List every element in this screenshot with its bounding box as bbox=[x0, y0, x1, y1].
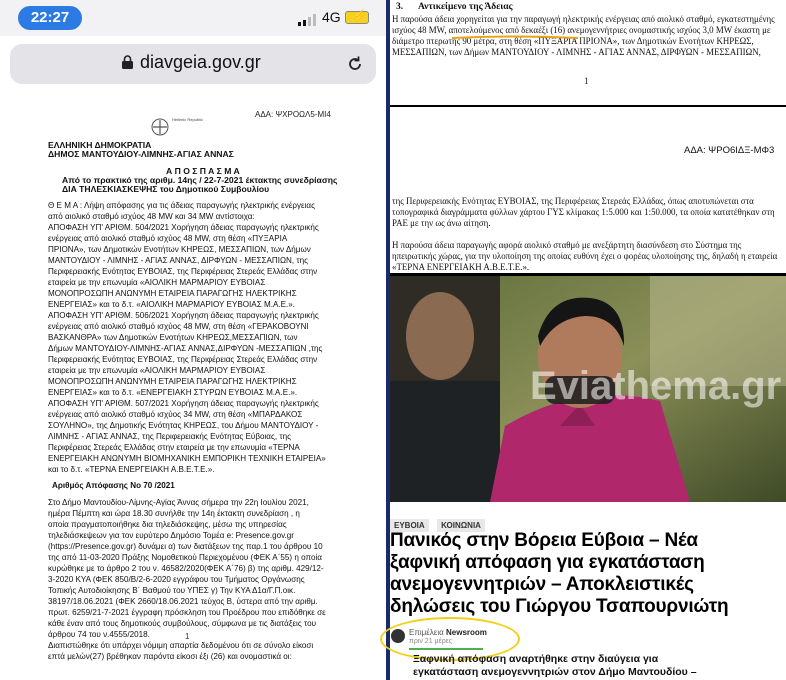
document-line: Τοπικής Αυτοδιοίκησης Β΄ Βαθμού του ΥΠΕΣ… bbox=[48, 586, 296, 595]
document-line: ΔΙΑ ΤΗΛΕΣΚΙΑΣΚΕΨΗΣ του Δημοτικού Συμβουλ… bbox=[62, 184, 270, 194]
accent-line bbox=[409, 648, 483, 650]
document-line: ενέργειας από αιολικό σταθμό ισχύος 34 M… bbox=[48, 410, 303, 419]
panel2-line: Η παρούσα άδεια παραγωγής αφορά αιολικό … bbox=[392, 240, 742, 250]
document-line: ΒΑΣΚΑΝΘΡΑ» των Δημοτικών Ενοτήτων ΚΗΡΕΩΣ… bbox=[48, 333, 298, 342]
document-line: ΜΟΝΟΠΡΟΣΩΠΗ ΑΝΩΝΥΜΗ ΕΤΑΙΡΕΙΑ ΠΑΡΑΓΩΓΗΣ Η… bbox=[48, 377, 297, 386]
reload-icon[interactable] bbox=[346, 55, 364, 73]
document-line: ημέρα Πέμπτη και ώρα 18.30 συνήλθε την 1… bbox=[48, 509, 300, 518]
article-lead: εγκατάσταση ανεμογεννητριών στον Δήμο Μα… bbox=[413, 666, 697, 678]
document-line: 3-2020 ΚΥΑ (ΦΕΚ 850/Β/2-6-2020 εγγράφου … bbox=[48, 575, 305, 584]
document-line: 38197/18.06.2021 (ΦΕΚ 2660/18.06.2021 τε… bbox=[48, 597, 318, 606]
document-line: πρωτ. 6259/21-7-2021 έγγραφη πρόσκληση τ… bbox=[48, 608, 326, 617]
panel2-line: τοπογραφικά διαγράμματα φύλλων χάρτου ΓΥ… bbox=[392, 207, 775, 217]
status-time: 22:27 bbox=[18, 6, 82, 30]
photo-watermark: Eviathema.gr bbox=[530, 364, 782, 408]
document-line: εταιρεία με την επωνυμία «ΑΙΟΛΙΚΗ ΜΑΡΜΑΡ… bbox=[48, 278, 266, 287]
document-line: οποία πραγματοποιήθηκε δια τηλεδιάσκεψης… bbox=[48, 520, 287, 529]
panel1-page-number: 1 bbox=[584, 76, 589, 86]
author-avatar bbox=[391, 629, 405, 643]
document-line: ΜΟΝΟΠΡΟΣΩΠΗ ΑΝΩΝΥΜΗ ΕΤΑΙΡΕΙΑ ΠΑΡΑΓΩΓΗΣ Η… bbox=[48, 289, 297, 298]
document-line: Περιφέρειας Στερεάς Ελλάδας στην εταιρεί… bbox=[48, 443, 300, 452]
panel2-line: «ΤΕΡΝΑ ΕΝΕΡΓΕΙΑΚΗ Α.Β.Ε.Τ.Ε.». bbox=[392, 262, 530, 272]
document-line: ΣΟΥΛΗΝΟ», της Δημοτικής Ενότητας ΚΗΡΕΩΣ,… bbox=[48, 421, 319, 430]
section-heading: Αντικείμενο της Άδειας bbox=[418, 2, 513, 12]
document-line: Δήμων ΜΑΝΤΟΥΔΙΟΥ-ΛΙΜΝΗΣ-ΑΓΙΑΣ ΑΝΝΑΣ,ΔΙΡΦ… bbox=[48, 344, 323, 353]
article-lead: Ξαφνική απόφαση αναρτήθηκε στην διαύγεια… bbox=[413, 653, 659, 665]
document-line: Στο Δήμο Μαντουδίου-Λίμνης-Αγίας Άννας σ… bbox=[48, 498, 309, 507]
document-line: και το δ.τ. «ΤΕΡΝΑ ΕΝΕΡΓΕΙΑΚΗ Α.Β.Ε.Τ.Ε.… bbox=[48, 465, 215, 474]
panel1-line: ισχύος 48 MW, αποτελούμενος από δεκαέξι … bbox=[392, 25, 771, 35]
document-line: Διαπιστώθηκε ότι υπάρχει νόμιμη απαρτία … bbox=[48, 641, 314, 650]
page-number: 1 bbox=[185, 632, 190, 641]
url-text[interactable]: diavgeia.gov.gr bbox=[140, 52, 261, 73]
document-line: ενέργειας από αιολικό σταθμό ισχύος 48 M… bbox=[48, 234, 288, 243]
headline-line[interactable]: δηλώσεις του Γιώργου Τσαπουρνιώτη bbox=[390, 596, 729, 618]
document-line: Περιφερειακής Ενότητας ΕΥΒΟΙΑΣ, της Περι… bbox=[48, 355, 318, 364]
panel2-line: της Περιφερειακής Ενότητας ΕΥΒΟΙΑΣ, της … bbox=[392, 196, 754, 206]
panel2-line: ΡΑΕ με την ως άνω αίτηση. bbox=[392, 218, 491, 228]
panel1-line: Η παρούσα άδεια χορηγείται για την παραγ… bbox=[392, 14, 775, 24]
byline-time: πριν 21 μέρες bbox=[409, 638, 453, 645]
document-line: ΑΠΟΦΑΣΗ ΥΠ' ΑΡΙΘΜ. 507/2021 Χορήγηση άδε… bbox=[48, 399, 319, 408]
document-line: Θ Ε Μ Α : Λήψη απόφασης για τις άδειας π… bbox=[48, 201, 315, 210]
document-line: ενέργειας από αιολικό σταθμό ισχύος 48 M… bbox=[48, 322, 309, 331]
document-line: κυρώθηκε με το άρθρο 2 του ν. 46582/2020… bbox=[48, 564, 324, 573]
document-line: ΕΝΕΡΓΕΙΑΚΗ ΑΝΩΝΥΜΗ ΒΙΟΜΗΧΑΝΙΚΗ ΕΜΠΟΡΙΚΗ … bbox=[48, 454, 326, 463]
document-line: ΜΑΝΤΟΥΔΙΟΥ - ΛΙΜΝΗΣ - ΑΓΙΑΣ ΑΝΝΑΣ, ΔΙΡΦΥ… bbox=[48, 256, 308, 265]
document-line: ΕΝΕΡΓΕΙΑΣ» και το δ.τ. «ΑΙΟΛΙΚΗ ΜΑΡΜΑΡΙΟ… bbox=[48, 300, 295, 309]
document-line: ΕΝΕΡΓΕΙΑΣ» και το δ.τ. «ΕΝΕΡΓΕΙΑΚΗ ΣΤΥΡΩ… bbox=[48, 388, 298, 397]
greek-emblem-icon bbox=[151, 118, 169, 136]
panel2-line: ηπειρωτικής χώρας, για την υλοποίηση της… bbox=[392, 251, 778, 261]
document-line: ΑΠΟΦΑΣΗ ΥΠ' ΑΡΙΘΜ. 506/2021 Χορήγηση άδε… bbox=[48, 311, 319, 320]
charging-icon: ⚡ bbox=[352, 9, 367, 23]
document-line: επτά μελών(27) βρέθηκαν παρόντα είκοσι έ… bbox=[48, 652, 292, 661]
document-line: ΔΗΜΟΣ ΜΑΝΤΟΥΔΙΟΥ-ΛΙΜΝΗΣ-ΑΓΙΑΣ ΑΝΝΑΣ bbox=[48, 149, 234, 159]
document-line: άρθρου 74 του ν.4555/2018. bbox=[48, 630, 150, 639]
headline-line[interactable]: ανεμογεννητριών – Αποκλειστικές bbox=[390, 574, 694, 596]
byline-author: Newsroom bbox=[446, 628, 487, 637]
section-number: 3. bbox=[396, 2, 404, 12]
panel2-ada: ΑΔΑ: ΨΡΟ6ΙΔΞ-ΜΦ3 bbox=[684, 145, 775, 156]
document-line: ΑΠΟΦΑΣΗ ΥΠ' ΑΡΙΘΜ. 504/2021 Χορήγηση άδε… bbox=[48, 223, 319, 232]
document-line: από αιολικό σταθμό ισχύος 48 MW και 34 M… bbox=[48, 212, 255, 221]
document-line: της από 11-03-2020 Πράξης Νομοθετικού Πε… bbox=[48, 553, 322, 562]
document-line: Αριθμός Απόφασης Νο 70 /2021 bbox=[52, 481, 175, 490]
headline-line[interactable]: ξαφνική απόφαση για εγκατάσταση bbox=[390, 552, 705, 574]
document-ada: ΑΔΑ: ΨΧΡΟΩΛ5-ΜΙ4 bbox=[255, 110, 331, 119]
document-line: ΛΙΜΝΗΣ - ΑΓΙΑΣ ΑΝΝΑΣ, της Περιφερειακής … bbox=[48, 432, 291, 441]
panel1-line: ΜΕΣΣΑΠΙΩΝ, των Δήμων ΜΑΝΤΟΥΔΙΟΥ - ΛΙΜΝΗΣ… bbox=[392, 47, 761, 57]
emblem-text: Hellenic Republic bbox=[172, 117, 203, 122]
document-line: τηλεδιάσκεψεων για τον ευρύτερο Δημόσιο … bbox=[48, 531, 294, 540]
signal-icon bbox=[298, 14, 316, 26]
highlight-underline bbox=[451, 35, 579, 39]
phone-screenshot: 22:27 4G ⚡ diavgeia.gov.gr ΑΔΑ: ΨΧΡΟΩΛ5-… bbox=[0, 0, 386, 680]
document-line: κάθε έναν από τους δημοτικούς συμβούλους… bbox=[48, 619, 317, 628]
network-type: 4G bbox=[322, 9, 341, 25]
document-line: εταιρεία με την επωνυμία «ΑΙΟΛΙΚΗ ΜΑΡΜΑΡ… bbox=[48, 366, 266, 375]
document-line: Περιφερειακής Ενότητας ΕΥΒΟΙΑΣ, της Περι… bbox=[48, 267, 318, 276]
document-line: (https://Presence.gov.gr) δυνάμει α) των… bbox=[48, 542, 323, 551]
lock-icon bbox=[122, 55, 133, 69]
headline-line[interactable]: Πανικός στην Βόρεια Εύβοια – Νέα bbox=[390, 530, 698, 552]
byline[interactable]: Επιμέλεια Newsroom bbox=[409, 628, 487, 637]
document-line: ΠΡΙΟΝΑ», των Δημοτικών Ενοτήτων ΚΗΡΕΩΣ, … bbox=[48, 245, 311, 254]
